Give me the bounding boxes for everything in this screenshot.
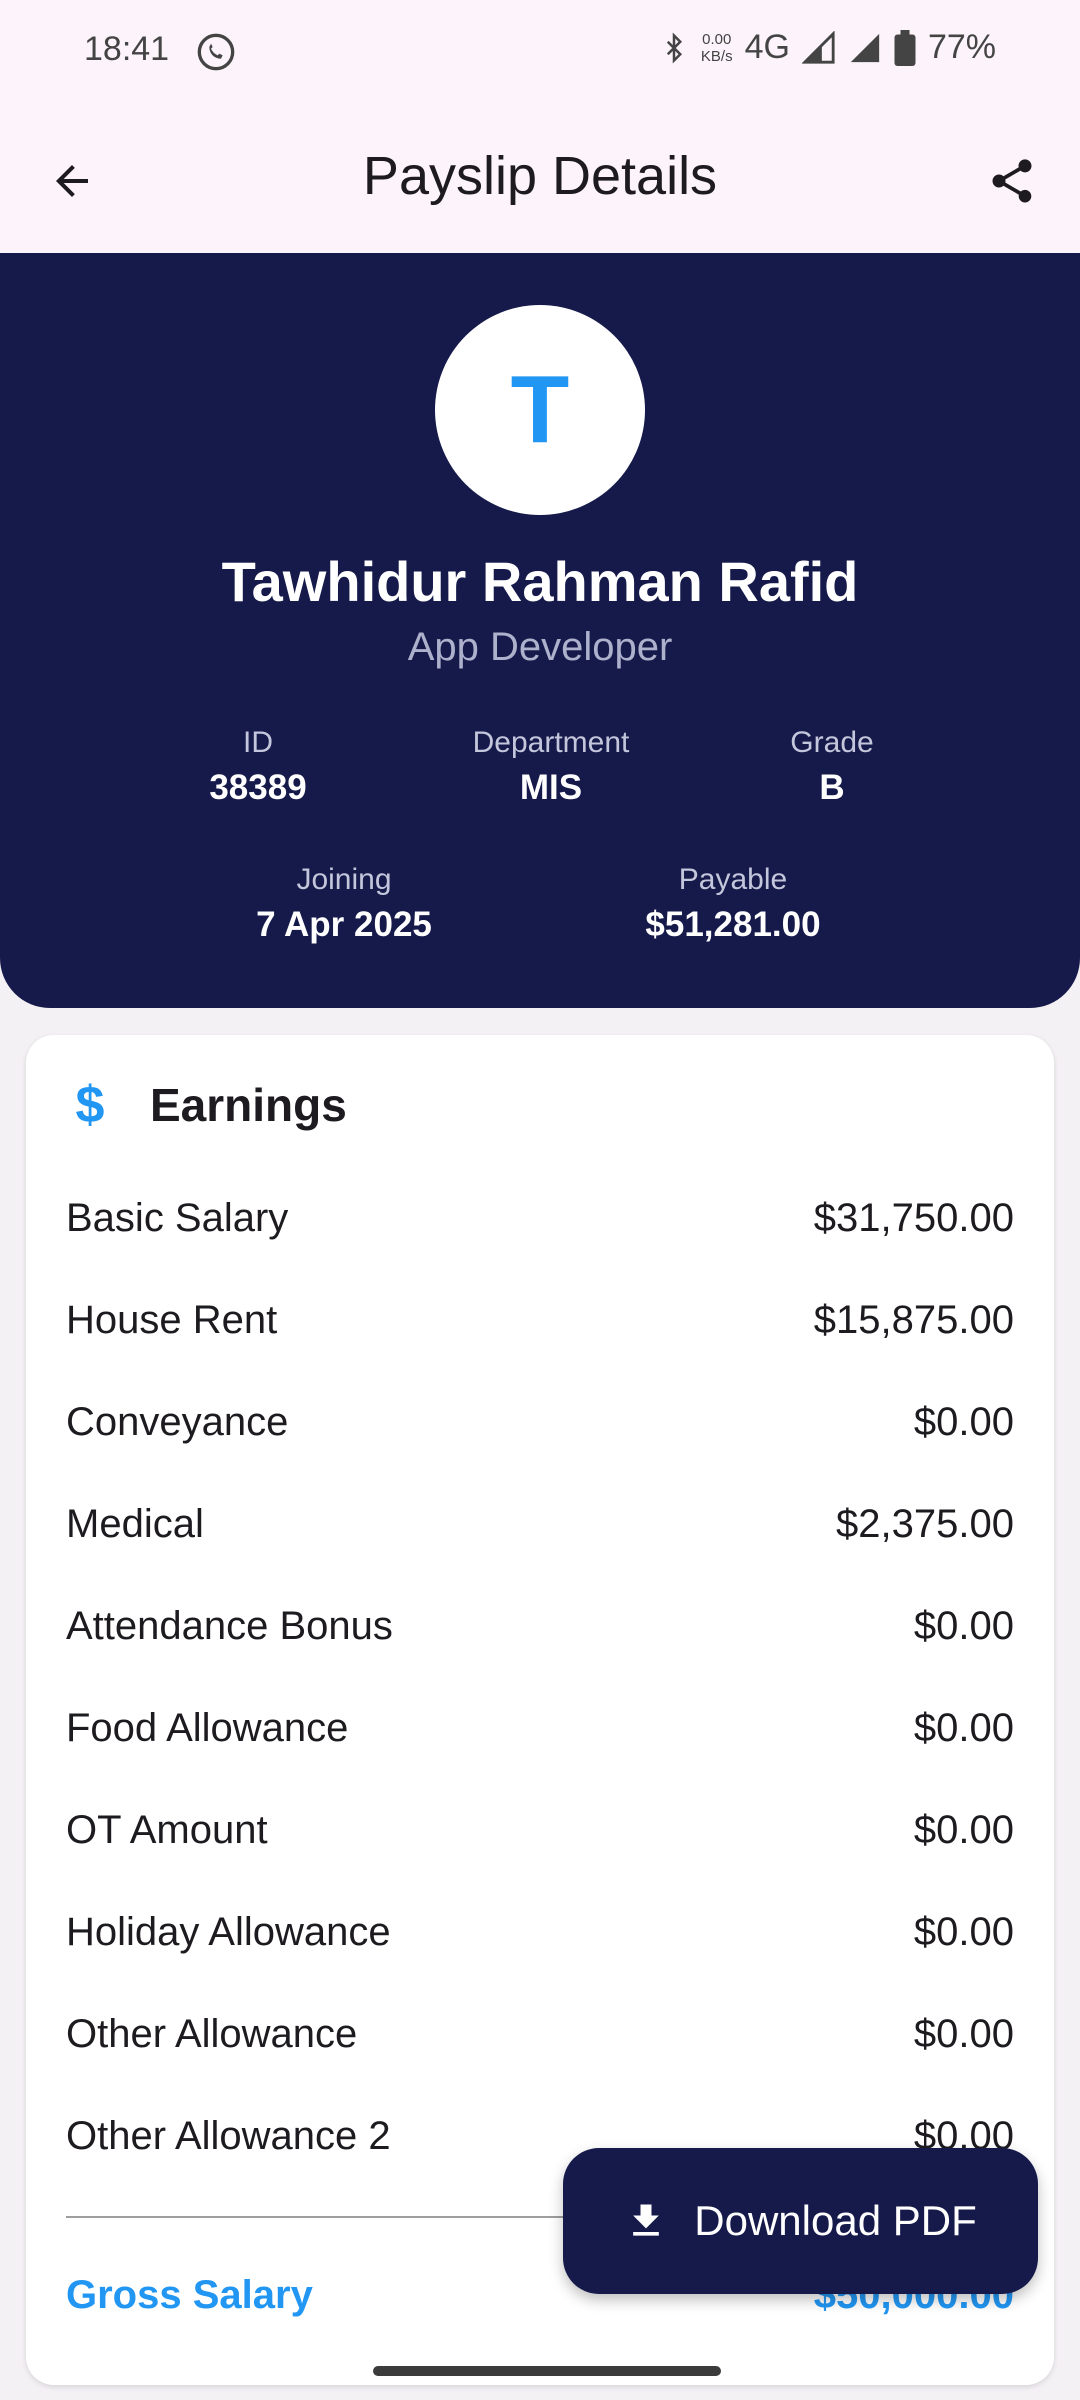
grade-label: Grade bbox=[790, 726, 874, 759]
earning-label: Holiday Allowance bbox=[66, 1909, 391, 1954]
department-label: Department bbox=[472, 726, 630, 759]
earning-row: House Rent $15,875.00 bbox=[66, 1290, 1014, 1350]
employee-name: Tawhidur Rahman Rafid bbox=[221, 550, 859, 613]
id-value: 38389 bbox=[209, 768, 307, 807]
earning-label: Other Allowance bbox=[66, 2011, 358, 2056]
share-icon bbox=[992, 159, 1032, 203]
battery-icon bbox=[894, 29, 916, 66]
download-pdf-label: Download PDF bbox=[694, 2197, 977, 2244]
earning-value: $2,375.00 bbox=[836, 1501, 1014, 1546]
earning-row: Basic Salary $31,750.00 bbox=[66, 1188, 1014, 1248]
earning-row: OT Amount $0.00 bbox=[66, 1800, 1014, 1860]
earning-value: $0.00 bbox=[913, 1399, 1014, 1444]
phone-call-icon bbox=[197, 33, 235, 71]
earning-value: $0.00 bbox=[913, 1603, 1014, 1648]
info-id: ID 38389 bbox=[209, 726, 306, 808]
info-payable: Payable $51,281.00 bbox=[645, 863, 820, 945]
app-bar: Payslip Details bbox=[0, 105, 1080, 253]
id-label: ID bbox=[242, 726, 273, 759]
earning-value: $0.00 bbox=[913, 2011, 1014, 2056]
grade-value: B bbox=[819, 768, 845, 807]
network-type: 4G bbox=[744, 28, 790, 66]
earning-label: Medical bbox=[66, 1501, 204, 1546]
download-pdf-button[interactable]: Download PDF bbox=[563, 2148, 1038, 2294]
earning-label: OT Amount bbox=[66, 1807, 268, 1852]
download-icon bbox=[633, 2204, 660, 2236]
department-value: MIS bbox=[519, 768, 583, 807]
earning-label: Other Allowance 2 bbox=[66, 2113, 391, 2158]
net-speed-value: 0.00 bbox=[702, 30, 732, 48]
page-title: Payslip Details bbox=[362, 146, 718, 206]
joining-value: 7 Apr 2025 bbox=[256, 905, 432, 944]
earning-row: Conveyance $0.00 bbox=[66, 1392, 1014, 1452]
status-icons: 0.00 KB/s 4G 77% bbox=[659, 28, 996, 67]
status-bar: 18:41 0.00 KB/s 4G 77% bbox=[0, 0, 1080, 105]
status-time: 18:41 bbox=[84, 30, 170, 68]
earning-row: Other Allowance $0.00 bbox=[66, 2004, 1014, 2064]
share-button[interactable] bbox=[980, 149, 1044, 213]
dollar-icon: $ bbox=[75, 1076, 105, 1134]
earning-row: Holiday Allowance $0.00 bbox=[66, 1902, 1014, 1962]
earning-row: Medical $2,375.00 bbox=[66, 1494, 1014, 1554]
employee-role: App Developer bbox=[407, 625, 673, 669]
earnings-title: Earnings bbox=[150, 1079, 347, 1131]
battery-level: 77% bbox=[927, 28, 996, 66]
earning-value: $15,875.00 bbox=[813, 1297, 1014, 1342]
avatar: T bbox=[435, 305, 645, 515]
info-department: Department MIS bbox=[473, 726, 630, 808]
joining-label: Joining bbox=[296, 863, 392, 896]
earning-value: $0.00 bbox=[913, 1909, 1014, 1954]
signal-icon-2 bbox=[850, 33, 880, 62]
payable-label: Payable bbox=[678, 863, 788, 896]
earning-label: House Rent bbox=[66, 1297, 278, 1342]
earning-label: Basic Salary bbox=[66, 1195, 289, 1240]
info-grade: Grade B bbox=[790, 726, 873, 808]
earning-label: Food Allowance bbox=[66, 1705, 349, 1750]
earning-row: Food Allowance $0.00 bbox=[66, 1698, 1014, 1758]
earning-value: $0.00 bbox=[913, 1807, 1014, 1852]
earning-value: $31,750.00 bbox=[813, 1195, 1014, 1240]
signal-icon bbox=[801, 30, 835, 64]
gross-salary-label: Gross Salary bbox=[66, 2272, 313, 2317]
earning-label: Attendance Bonus bbox=[66, 1603, 393, 1648]
home-indicator[interactable] bbox=[373, 2366, 721, 2376]
earning-row: Attendance Bonus $0.00 bbox=[66, 1596, 1014, 1656]
earnings-header: $ Earnings bbox=[66, 1075, 347, 1135]
payable-value: $51,281.00 bbox=[645, 905, 821, 944]
info-joining: Joining 7 Apr 2025 bbox=[256, 863, 432, 945]
net-speed-unit: KB/s bbox=[700, 47, 733, 65]
earning-label: Conveyance bbox=[66, 1399, 289, 1444]
network-speed: 0.00 KB/s bbox=[701, 31, 733, 65]
earning-value: $0.00 bbox=[913, 1705, 1014, 1750]
employee-header: T Tawhidur Rahman Rafid App Developer ID… bbox=[0, 253, 1080, 1008]
bluetooth-icon bbox=[666, 31, 682, 64]
